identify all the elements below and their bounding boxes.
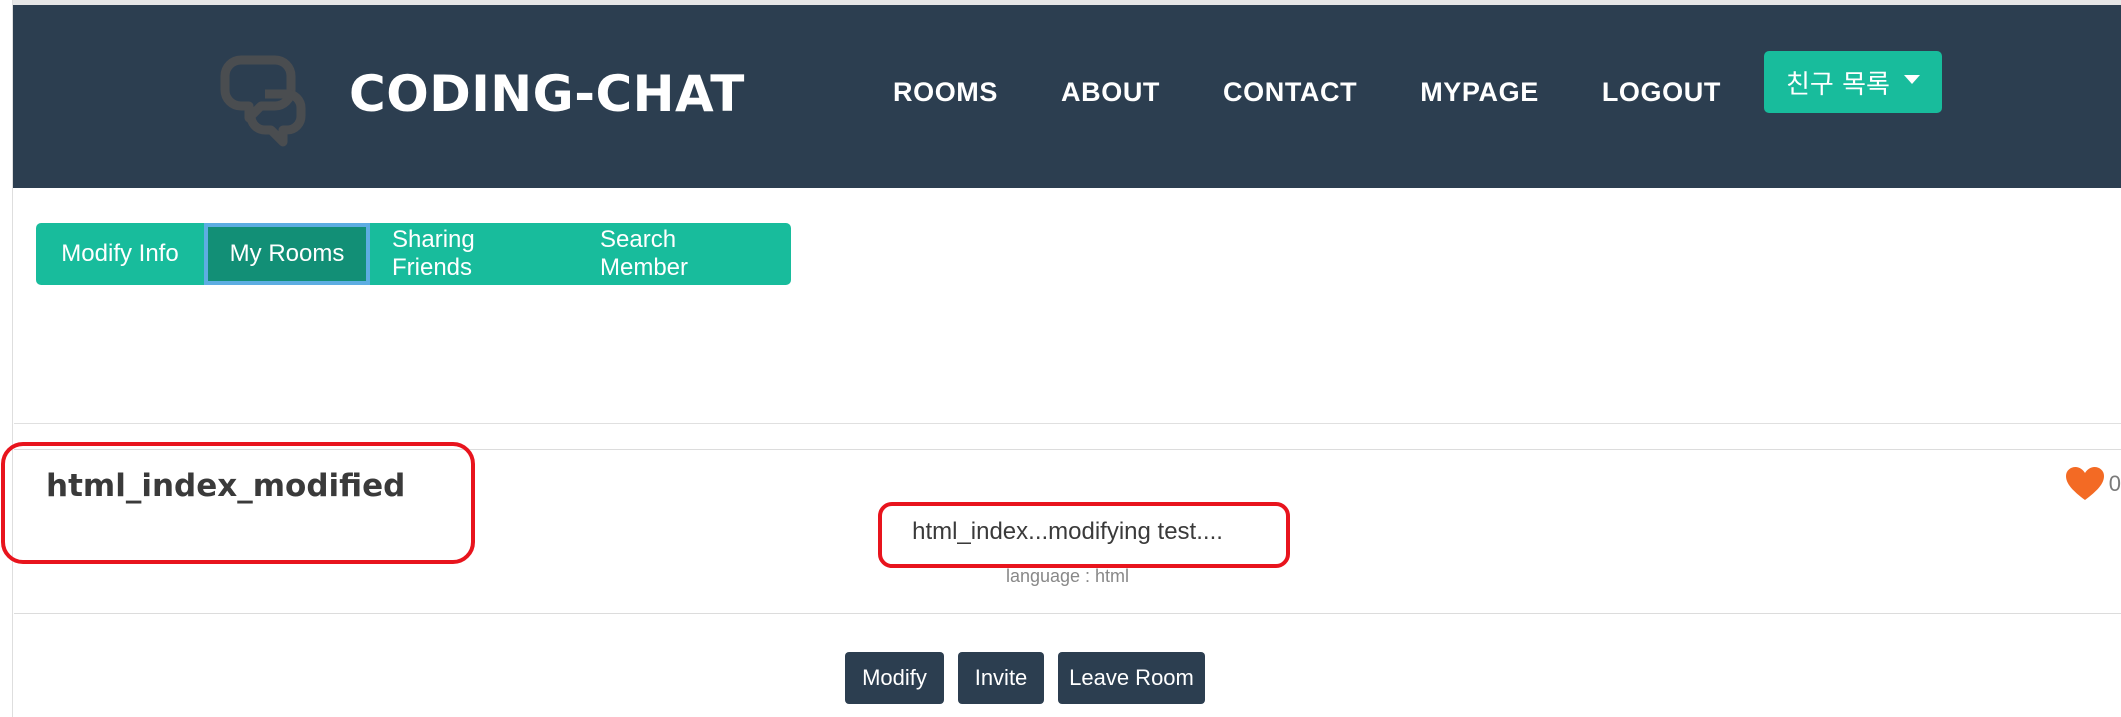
- navbar: CODING-CHAT ROOMS ABOUT CONTACT MYPAGE L…: [13, 5, 2121, 188]
- invite-button[interactable]: Invite: [958, 652, 1044, 704]
- left-border: [0, 0, 13, 717]
- room-language: language : html: [1005, 566, 1130, 586]
- heart-icon[interactable]: [2065, 466, 2105, 502]
- room-description: html_index...modifying test....: [912, 518, 1223, 545]
- divider: [14, 423, 2121, 424]
- nav-links: ROOMS ABOUT CONTACT MYPAGE LOGOUT: [893, 77, 1721, 108]
- nav-link-mypage[interactable]: MYPAGE: [1420, 77, 1539, 108]
- caret-down-icon: [1903, 74, 1920, 84]
- chat-bubbles-icon: [213, 40, 321, 148]
- nav-link-about[interactable]: ABOUT: [1061, 77, 1160, 108]
- modify-button[interactable]: Modify: [845, 652, 944, 704]
- nav-link-contact[interactable]: CONTACT: [1223, 77, 1357, 108]
- like-counter[interactable]: 0: [2065, 466, 2121, 502]
- nav-link-rooms[interactable]: ROOMS: [893, 77, 998, 108]
- tab-my-rooms[interactable]: My Rooms: [204, 223, 370, 285]
- room-card: html_index_modified html_index...modifyi…: [1, 442, 2121, 614]
- leave-room-button[interactable]: Leave Room: [1058, 652, 1205, 704]
- room-title[interactable]: html_index_modified: [46, 468, 405, 504]
- like-count: 0: [2108, 471, 2121, 496]
- tab-search-member[interactable]: Search Member: [578, 223, 791, 285]
- tab-sharing-friends[interactable]: Sharing Friends: [370, 223, 578, 285]
- brand-name: CODING-CHAT: [349, 65, 745, 123]
- nav-link-logout[interactable]: LOGOUT: [1602, 77, 1721, 108]
- tab-modify-info[interactable]: Modify Info: [36, 223, 204, 285]
- mypage-tabs: Modify Info My Rooms Sharing Friends Sea…: [36, 223, 791, 285]
- page: CODING-CHAT ROOMS ABOUT CONTACT MYPAGE L…: [0, 0, 2121, 717]
- room-actions: Modify Invite Leave Room: [845, 652, 1205, 704]
- friends-list-label: 친구 목록: [1786, 69, 1890, 100]
- friends-list-dropdown[interactable]: 친구 목록: [1764, 51, 1942, 113]
- brand[interactable]: CODING-CHAT: [213, 39, 745, 149]
